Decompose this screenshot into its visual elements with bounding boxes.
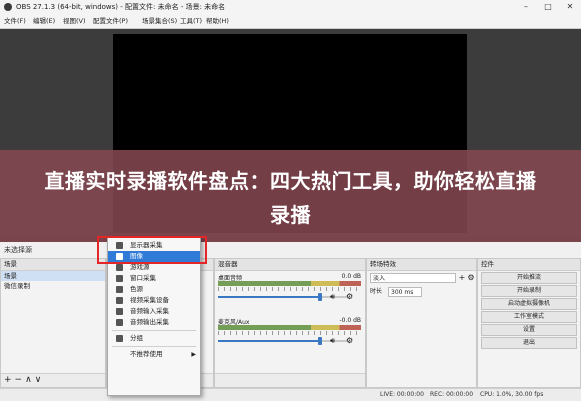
menu-scene-collection[interactable]: 场景集合(S) (142, 14, 177, 28)
studio-mode-button[interactable]: 工作室模式 (481, 311, 577, 323)
menu-profile[interactable]: 配置文件(P) (93, 14, 128, 28)
start-streaming-button[interactable]: 开始推流 (481, 272, 577, 284)
duration-label: 时长 (370, 288, 383, 295)
scene-item[interactable]: 场景 (1, 271, 105, 281)
menu-item-label: 游戏源 (130, 263, 150, 271)
volume-slider-fill (218, 340, 318, 342)
channel-db: -0.0 dB (339, 317, 361, 324)
gear-icon[interactable]: ⚙ (346, 336, 353, 345)
transition-select[interactable]: 淡入 (370, 273, 456, 283)
maximize-button[interactable]: □ (537, 0, 559, 14)
menu-view[interactable]: 视图(V) (63, 14, 86, 28)
scene-item[interactable]: 微信录制 (1, 281, 105, 291)
transitions-header: 转场特效 (367, 259, 476, 271)
add-icon[interactable]: + (458, 273, 466, 283)
move-down-icon[interactable]: ∨ (35, 375, 42, 385)
menu-item-group[interactable]: 分组 (108, 333, 200, 344)
banner-title: 直播实时录播软件盘点：四大热门工具，助你轻松直播录播 (44, 169, 537, 227)
duration-field[interactable]: 300 ms (388, 287, 422, 297)
speaker-icon[interactable]: 🔊︎ (330, 292, 335, 302)
remove-icon[interactable]: − (15, 375, 23, 385)
window-title: OBS 27.1.3 (64-bit, windows) - 配置文件: 未命名… (16, 3, 226, 11)
speaker-icon (116, 319, 123, 326)
menu-divider (112, 330, 196, 331)
volume-slider-knob[interactable] (318, 293, 322, 301)
obs-logo-icon (4, 3, 12, 11)
window-icon (116, 275, 123, 282)
scenes-header: 场景 (1, 259, 105, 271)
submenu-arrow-icon: ▶ (191, 351, 196, 358)
menu-bar: 文件(F) 编辑(E) 视图(V) 配置文件(P) 场景集合(S) 工具(T) … (0, 14, 581, 29)
scenes-toolbar: + − ∧ ∨ (1, 373, 105, 387)
gear-icon[interactable]: ⚙ (467, 273, 475, 283)
mixer-dock: 混音器 桌面音频 0.0 dB 🔊︎ ⚙ 麦克风/Aux -0.0 dB 🔊︎ … (214, 258, 366, 388)
menu-item-label: 分组 (130, 334, 143, 342)
menu-item-video-capture[interactable]: 视频采集设备 (108, 295, 200, 306)
mixer-toolbar (215, 373, 365, 387)
menu-item-label: 视频采集设备 (130, 296, 169, 304)
rec-time: REC: 00:00:00 (430, 391, 474, 398)
status-bar: LIVE: 00:00:00 REC: 00:00:00 CPU: 1.0%, … (0, 388, 581, 401)
mixer-header: 混音器 (215, 259, 365, 271)
palette-icon (116, 286, 123, 293)
volume-meter (218, 281, 361, 286)
source-status-text: 未选择源 (4, 246, 32, 254)
menu-edit[interactable]: 编辑(E) (33, 14, 55, 28)
volume-meter (218, 325, 361, 330)
speaker-icon[interactable]: 🔊︎ (330, 336, 335, 346)
meter-ticks (218, 287, 361, 291)
minimize-button[interactable]: – (515, 0, 537, 14)
close-button[interactable]: ✕ (559, 0, 581, 14)
menu-item-audio-input[interactable]: 音频输入采集 (108, 306, 200, 317)
menu-file[interactable]: 文件(F) (4, 14, 26, 28)
add-icon[interactable]: + (4, 375, 12, 385)
move-up-icon[interactable]: ∧ (25, 375, 32, 385)
meter-ticks (218, 331, 361, 335)
controls-dock: 控件 开始推流 开始录制 启动虚拟摄像机 工作室模式 设置 退出 (477, 258, 581, 388)
menu-divider (112, 346, 196, 347)
cpu-usage: CPU: 1.0%, 30.00 fps (480, 391, 544, 398)
volume-slider-fill (218, 296, 318, 298)
mixer-channel: 桌面音频 0.0 dB 🔊︎ ⚙ (218, 273, 361, 313)
start-recording-button[interactable]: 开始录制 (481, 285, 577, 297)
settings-button[interactable]: 设置 (481, 324, 577, 336)
menu-item-label: 不推荐使用 (130, 350, 163, 358)
camera-icon (116, 297, 123, 304)
menu-help[interactable]: 帮助(H) (206, 14, 229, 28)
menu-item-label: 窗口采集 (130, 274, 156, 282)
virtual-camera-button[interactable]: 启动虚拟摄像机 (481, 298, 577, 310)
menu-item-label: 色源 (130, 285, 143, 293)
title-bar: OBS 27.1.3 (64-bit, windows) - 配置文件: 未命名… (0, 0, 581, 14)
live-time: LIVE: 00:00:00 (380, 391, 424, 398)
menu-item-audio-output[interactable]: 音频输出采集 (108, 317, 200, 328)
gamepad-icon (116, 264, 123, 271)
menu-item-color-source[interactable]: 色源 (108, 284, 200, 295)
channel-db: 0.0 dB (341, 273, 361, 280)
folder-icon (116, 335, 123, 342)
volume-slider-knob[interactable] (318, 337, 322, 345)
mixer-channel: 麦克风/Aux -0.0 dB 🔊︎ ⚙ (218, 317, 361, 357)
exit-button[interactable]: 退出 (481, 337, 577, 349)
menu-tools[interactable]: 工具(T) (180, 14, 202, 28)
controls-header: 控件 (478, 259, 580, 271)
transitions-dock: 转场特效 淡入 + ⚙ 时长 300 ms (366, 258, 477, 388)
highlight-box (97, 236, 207, 264)
scenes-dock: 场景 场景 微信录制 + − ∧ ∨ (0, 258, 106, 388)
microphone-icon (116, 308, 123, 315)
menu-item-label: 音频输出采集 (130, 318, 169, 326)
duration-row: 时长 300 ms (370, 287, 473, 299)
source-status: 未选择源 (0, 242, 581, 258)
gear-icon[interactable]: ⚙ (346, 292, 353, 301)
menu-item-deprecated[interactable]: 不推荐使用 ▶ (108, 349, 200, 360)
menu-item-label: 音频输入采集 (130, 307, 169, 315)
menu-item-window-capture[interactable]: 窗口采集 (108, 273, 200, 284)
transition-select-row: 淡入 + ⚙ (370, 273, 475, 285)
